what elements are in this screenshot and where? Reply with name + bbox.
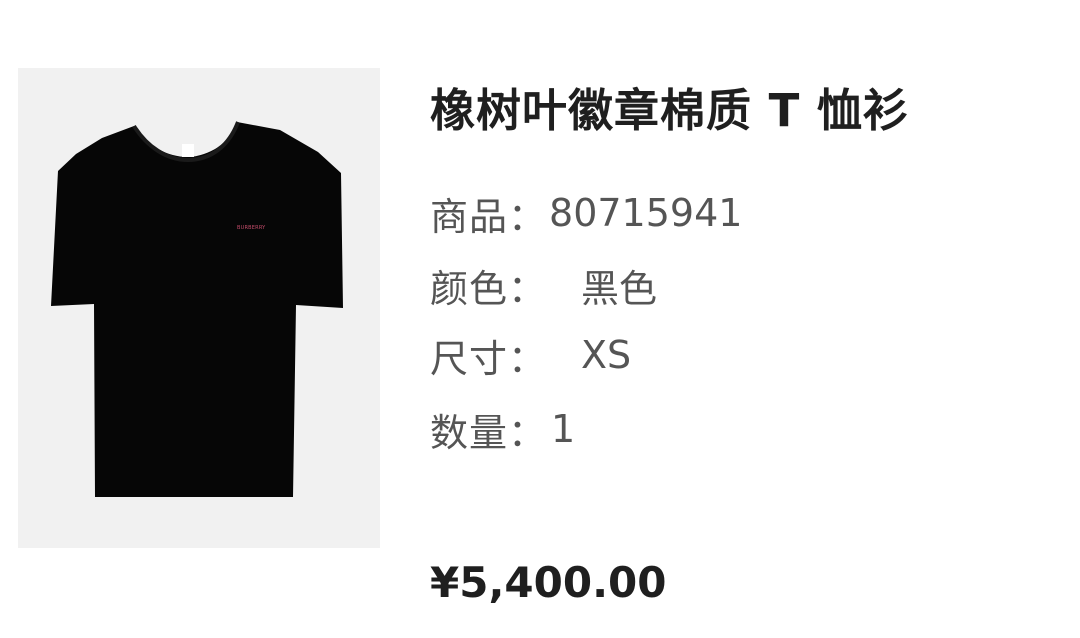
spec-row-product-number: 商品： 80715941 xyxy=(430,188,743,239)
brand-mark-text: BURBERRY xyxy=(237,225,266,231)
color-value: 黑色 xyxy=(581,266,658,311)
quantity-value: 1 xyxy=(551,407,576,451)
spec-row-size: 尺寸： XS xyxy=(430,330,632,381)
spec-row-quantity: 数量： 1 xyxy=(430,404,576,455)
black-tshirt-icon: BURBERRY xyxy=(18,68,380,548)
product-image[interactable]: BURBERRY xyxy=(18,68,380,548)
quantity-label: 数量： xyxy=(430,410,548,455)
product-number-label: 商品： xyxy=(430,194,548,239)
spec-row-color: 颜色： 黑色 xyxy=(430,260,658,311)
size-value: XS xyxy=(581,333,632,377)
size-label: 尺寸： xyxy=(430,336,548,381)
product-title: 橡树叶徽章棉质 T 恤衫 xyxy=(430,84,910,137)
price: ¥5,400.00 xyxy=(430,558,667,607)
product-number-value: 80715941 xyxy=(549,191,743,235)
color-label: 颜色： xyxy=(430,266,548,311)
